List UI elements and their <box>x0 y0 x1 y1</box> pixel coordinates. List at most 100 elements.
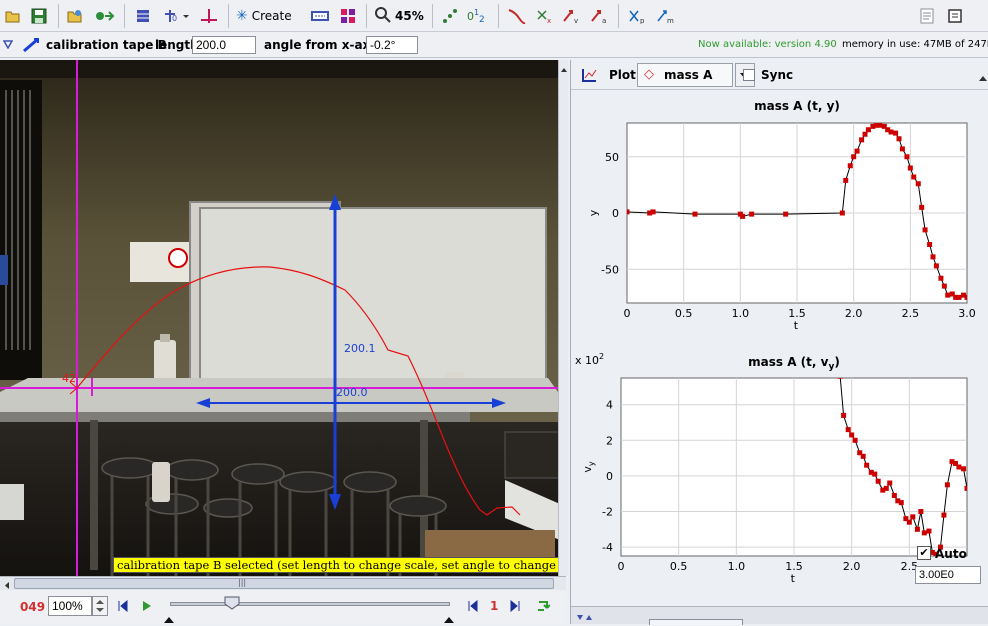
data-point <box>841 412 847 418</box>
data-point <box>918 509 924 514</box>
data-point <box>839 210 845 216</box>
y-axis-label: vy <box>581 461 596 473</box>
data-point <box>956 464 962 470</box>
data-point <box>944 482 950 488</box>
center-of-mass-icon[interactable]: p <box>626 6 648 26</box>
data-tab[interactable] <box>649 619 743 625</box>
data-point <box>914 526 920 532</box>
data-point <box>910 514 916 520</box>
trail-icon[interactable] <box>506 6 528 26</box>
y-tick-label: 0 <box>612 207 619 220</box>
video-horizontal-scrollbar[interactable]: ||| <box>0 576 566 590</box>
mark-icon[interactable]: x <box>534 6 554 26</box>
moment-icon[interactable]: m <box>654 6 678 26</box>
data-point <box>877 123 883 128</box>
video-vertical-scrollbar[interactable] <box>558 60 568 576</box>
menu-icon[interactable] <box>946 6 964 26</box>
autotracker-icon[interactable] <box>440 6 460 26</box>
data-point <box>898 500 904 506</box>
data-point <box>845 427 851 433</box>
svg-text:a: a <box>602 17 606 24</box>
panel-collapse-icon[interactable] <box>979 70 987 84</box>
angle-label: angle from x-axis <box>264 38 382 52</box>
update-notice[interactable]: Now available: version 4.90 <box>698 39 837 50</box>
slider-thumb[interactable] <box>224 596 240 613</box>
plots-area[interactable]: mass A (t, y)0 0.5 1.0 1.5 2.0 2.5 3.0500-50ty… <box>571 92 988 612</box>
data-point <box>851 154 857 160</box>
auto-value-field[interactable] <box>915 566 981 584</box>
video-view[interactable]: 200.1 200.0 42 calibration tape B select… <box>0 60 560 576</box>
playback-slider[interactable] <box>170 602 450 606</box>
clip-settings-icon[interactable] <box>134 6 152 26</box>
play-icon[interactable] <box>142 600 152 615</box>
frame-number[interactable]: 049 <box>20 600 45 614</box>
data-point <box>847 163 853 169</box>
plot-panel-footer <box>571 606 988 625</box>
zoom-label: 45% <box>395 9 424 23</box>
velocity-icon[interactable]: v <box>560 6 582 26</box>
y-tick-label: 4 <box>606 399 613 412</box>
x-axis-label: t <box>791 572 796 585</box>
data-point <box>852 437 858 443</box>
track-name[interactable]: calibration tape B <box>46 38 167 52</box>
open-project-icon[interactable] <box>66 6 84 26</box>
track-control-icon[interactable] <box>338 6 358 26</box>
diamond-icon: ◇ <box>644 67 654 82</box>
data-table-icon[interactable]: 012 <box>466 6 488 26</box>
notes-icon[interactable] <box>918 6 936 26</box>
split-arrows-icon[interactable] <box>577 611 593 625</box>
data-point <box>921 530 927 536</box>
data-point <box>930 254 936 260</box>
data-point <box>911 174 917 180</box>
sync-checkbox[interactable] <box>743 69 755 81</box>
main-toolbar: 0 ✳ Create 45% 012 x v a p m <box>0 0 988 32</box>
data-point <box>627 209 630 215</box>
tracks-icon[interactable] <box>310 6 330 26</box>
memory-status: memory in use: 47MB of 247MB <box>842 39 988 50</box>
data-point <box>692 211 698 217</box>
svg-text:0: 0 <box>172 14 177 23</box>
data-point <box>941 512 947 518</box>
horizontal-scroll-thumb[interactable] <box>14 578 554 589</box>
rewind-icon[interactable] <box>118 599 128 615</box>
calibration-tools-icon[interactable] <box>198 6 220 26</box>
svg-text:p: p <box>640 17 645 24</box>
scroll-grip-icon: ||| <box>238 578 247 587</box>
auto-label: Auto <box>935 547 967 561</box>
data-point <box>945 292 951 298</box>
rate-field[interactable] <box>48 596 92 616</box>
scroll-up-icon[interactable] <box>560 63 568 77</box>
y-axis-label: y <box>587 209 600 216</box>
data-point <box>919 204 925 210</box>
step-size[interactable]: 1 <box>490 599 498 613</box>
data-point <box>872 471 878 477</box>
acceleration-icon[interactable]: a <box>588 6 610 26</box>
data-point <box>961 466 967 472</box>
collapse-icon[interactable] <box>2 38 14 52</box>
zoom-button[interactable]: 45% <box>374 6 424 26</box>
data-point <box>864 462 870 468</box>
svg-text:v: v <box>574 17 578 24</box>
x-tick-label: 0 <box>624 307 631 320</box>
auto-checkbox[interactable]: ✔ <box>917 546 931 560</box>
step-back-icon[interactable] <box>466 599 478 615</box>
coordinate-axes-icon[interactable]: 0 <box>162 6 190 26</box>
save-icon[interactable] <box>30 6 48 26</box>
create-label: Create <box>251 9 292 23</box>
import-icon[interactable] <box>94 6 116 26</box>
y-tick-label: 0 <box>606 470 613 483</box>
length-field[interactable] <box>192 36 256 54</box>
create-button[interactable]: ✳ Create <box>236 6 304 26</box>
open-icon[interactable] <box>4 6 22 26</box>
track-select[interactable]: ◇ mass A <box>637 63 733 87</box>
rate-spinner[interactable] <box>92 596 108 616</box>
svg-text:m: m <box>667 17 674 24</box>
data-point <box>893 130 899 136</box>
loop-icon[interactable] <box>536 598 551 615</box>
x-tick-label: 2.0 <box>843 560 861 573</box>
data-point <box>749 211 755 217</box>
angle-field[interactable] <box>366 36 418 54</box>
plot-label: Plot <box>609 68 636 82</box>
step-forward-icon[interactable] <box>510 599 522 615</box>
data-point <box>896 136 902 142</box>
